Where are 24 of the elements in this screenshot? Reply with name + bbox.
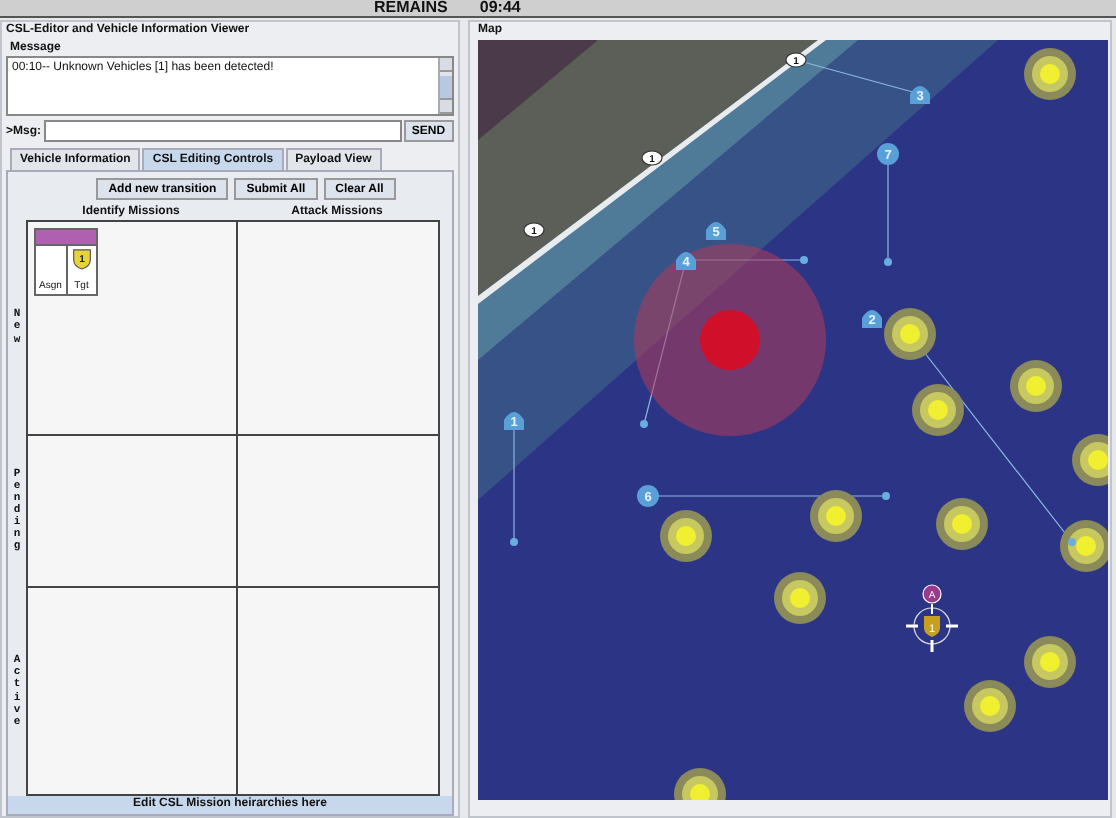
target-marker[interactable]: [1060, 520, 1108, 572]
target-marker[interactable]: [674, 768, 726, 800]
waypoint-dot[interactable]: [882, 492, 890, 500]
waypoint-dot[interactable]: [510, 538, 518, 546]
remaining-time: 09:44: [479, 0, 521, 16]
mission-header: [36, 230, 96, 246]
waypoint-dot[interactable]: [640, 420, 648, 428]
target-marker[interactable]: [1072, 434, 1108, 486]
target-marker[interactable]: [884, 308, 936, 360]
target-marker[interactable]: [810, 490, 862, 542]
remains-label: REMAINS: [374, 0, 448, 16]
target-marker[interactable]: [912, 384, 964, 436]
target-marker[interactable]: [774, 572, 826, 624]
target-marker[interactable]: [1024, 48, 1076, 100]
waypoint-dot[interactable]: [1068, 538, 1076, 546]
target-marker[interactable]: [936, 498, 988, 550]
waypoint-dot[interactable]: [800, 256, 808, 264]
scrollbar[interactable]: [438, 58, 452, 114]
target-marker[interactable]: [964, 680, 1016, 732]
target-marker[interactable]: [1010, 360, 1062, 412]
waypoint-dot[interactable]: [884, 258, 892, 266]
message-input[interactable]: [43, 120, 402, 142]
target-marker[interactable]: [1024, 636, 1076, 688]
target-marker[interactable]: [660, 510, 712, 562]
